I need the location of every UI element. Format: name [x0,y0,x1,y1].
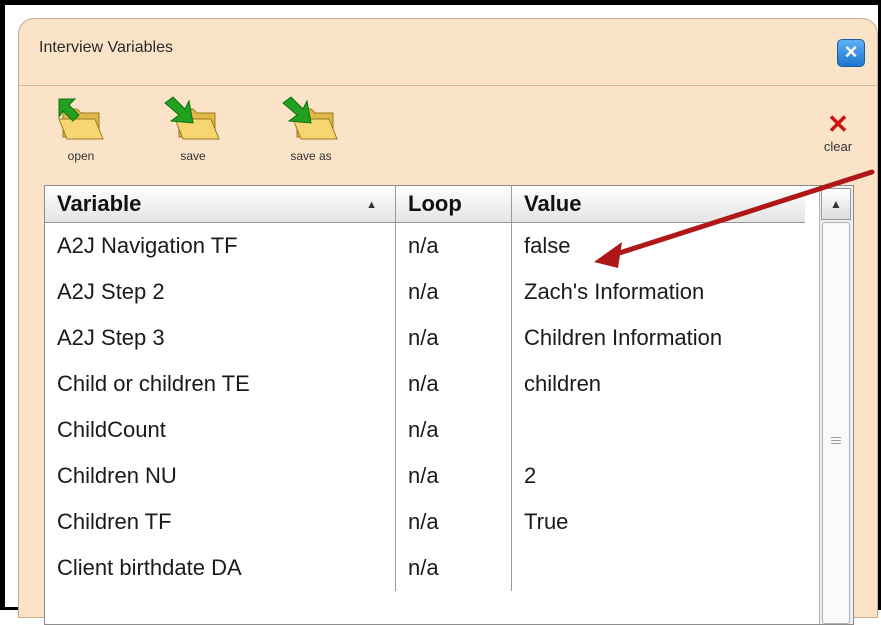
annotation-arrow-icon [594,169,875,268]
